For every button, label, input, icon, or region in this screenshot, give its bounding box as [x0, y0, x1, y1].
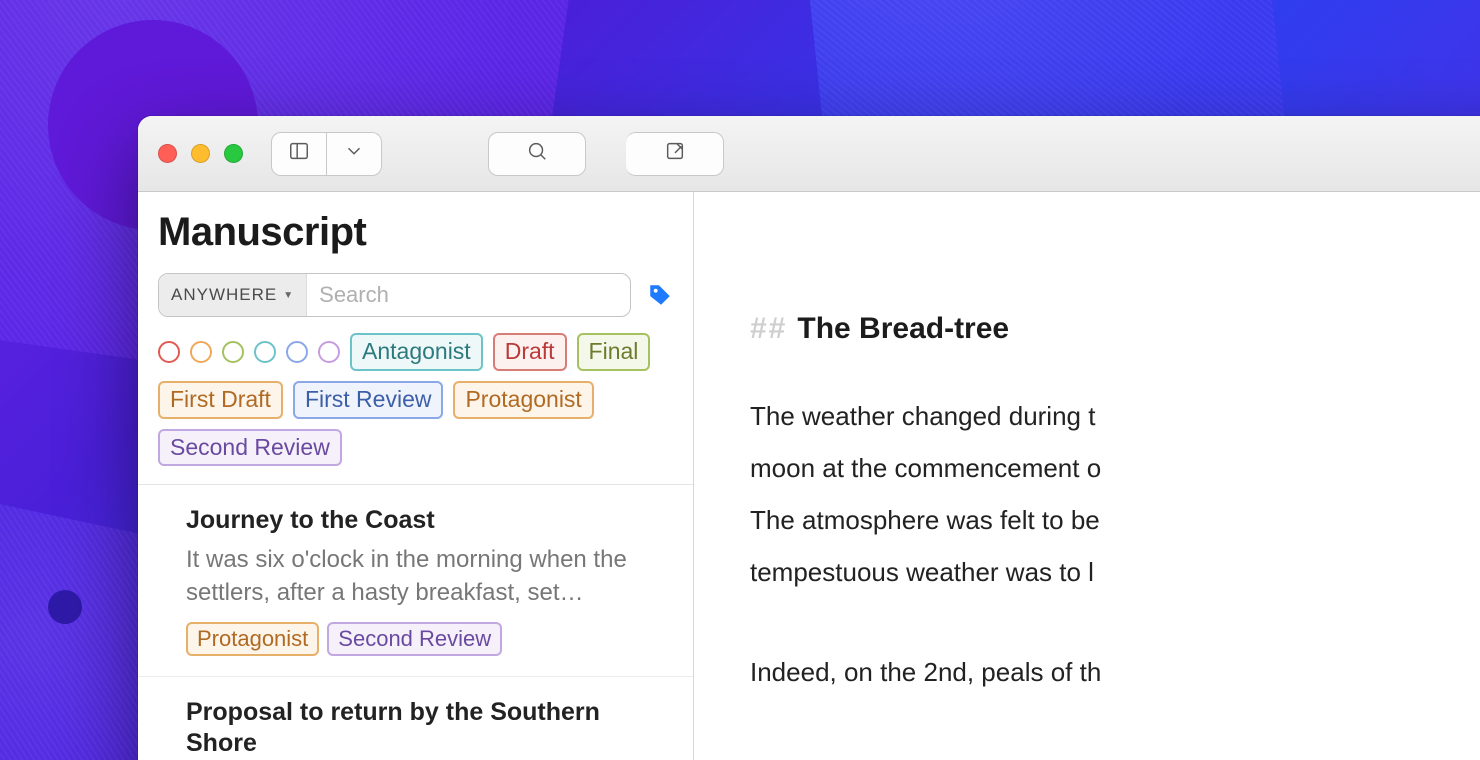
- tag-filter-pill[interactable]: Final: [577, 333, 651, 371]
- note-tag-pill: Second Review: [327, 622, 502, 657]
- tag-filter-pill[interactable]: First Review: [293, 381, 444, 419]
- tag-filter-pill[interactable]: Protagonist: [453, 381, 593, 419]
- search-box: ANYWHERE ▼: [158, 273, 631, 317]
- window-controls: [158, 144, 243, 163]
- search-scope-label: ANYWHERE: [171, 285, 277, 305]
- editor-pane[interactable]: ## The Bread-tree The weather changed du…: [694, 192, 1480, 760]
- sidebar-icon: [288, 140, 310, 167]
- tag-filter-toggle[interactable]: [647, 282, 673, 308]
- toggle-sidebar-button[interactable]: [271, 132, 327, 176]
- note-tag-pill: Protagonist: [186, 622, 319, 657]
- app-window: Manuscript ANYWHERE ▼: [138, 116, 1480, 760]
- search-input[interactable]: [307, 282, 630, 308]
- sidebar-title: Manuscript: [158, 210, 673, 255]
- tag-filter-pill[interactable]: Antagonist: [350, 333, 483, 371]
- search-icon: [526, 140, 548, 167]
- color-filter-red[interactable]: [158, 341, 180, 363]
- tag-filter-pill[interactable]: Second Review: [158, 429, 342, 467]
- color-filter-olive[interactable]: [222, 341, 244, 363]
- sidebar-header: Manuscript ANYWHERE ▼: [138, 192, 693, 485]
- document-heading: The Bread-tree: [797, 312, 1009, 346]
- sidebar: Manuscript ANYWHERE ▼: [138, 192, 694, 760]
- markdown-heading-marker: ##: [750, 312, 787, 346]
- desktop-wallpaper: Manuscript ANYWHERE ▼: [0, 0, 1480, 760]
- sidebar-menu-button[interactable]: [327, 132, 382, 176]
- close-window-button[interactable]: [158, 144, 177, 163]
- color-filter-teal[interactable]: [254, 341, 276, 363]
- chevron-down-icon: [343, 140, 365, 167]
- note-excerpt: It was six o'clock in the morning when t…: [186, 543, 665, 610]
- note-list-item[interactable]: Journey to the Coast It was six o'clock i…: [138, 485, 693, 677]
- zoom-window-button[interactable]: [224, 144, 243, 163]
- color-filter-orange[interactable]: [190, 341, 212, 363]
- window-titlebar: [138, 116, 1480, 192]
- chevron-down-icon: ▼: [283, 290, 294, 301]
- document-paragraph: Indeed, on the 2nd, peals of th: [750, 646, 1480, 698]
- tag-filter-pill[interactable]: Draft: [493, 333, 567, 371]
- note-title: Proposal to return by the Southern Shore: [186, 697, 665, 760]
- compose-icon: [664, 140, 686, 167]
- color-filter-purple[interactable]: [318, 341, 340, 363]
- search-scope-dropdown[interactable]: ANYWHERE ▼: [159, 274, 307, 316]
- filter-row: Antagonist Draft Final First Draft First Rev…: [158, 333, 673, 466]
- note-list: Journey to the Coast It was six o'clock i…: [138, 485, 693, 760]
- note-list-item[interactable]: Proposal to return by the Southern Shore…: [138, 677, 693, 760]
- search-toolbar-button[interactable]: [488, 132, 586, 176]
- compose-button[interactable]: [626, 132, 724, 176]
- document-paragraph: The weather changed during t moon at the…: [750, 390, 1480, 598]
- minimize-window-button[interactable]: [191, 144, 210, 163]
- tag-filter-pill[interactable]: First Draft: [158, 381, 283, 419]
- note-tags: ProtagonistSecond Review: [186, 622, 665, 657]
- color-filter-blue[interactable]: [286, 341, 308, 363]
- note-title: Journey to the Coast: [186, 505, 665, 536]
- tag-icon: [647, 295, 673, 312]
